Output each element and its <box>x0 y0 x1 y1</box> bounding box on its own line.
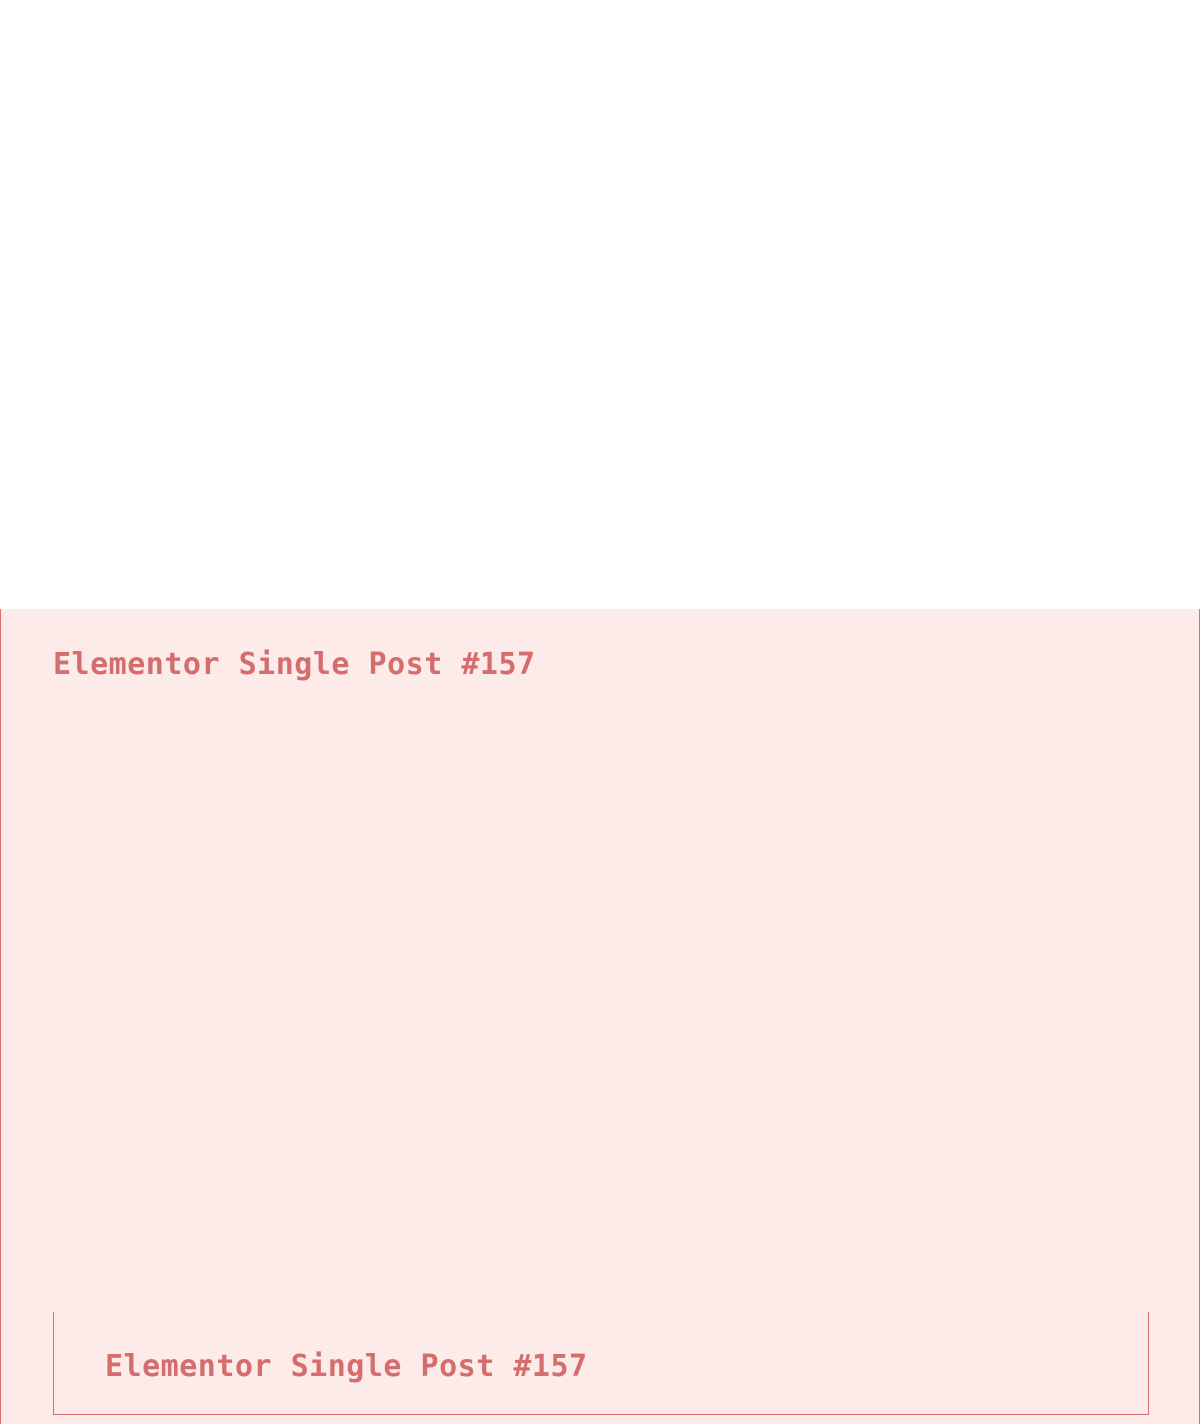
empty-header-area <box>0 0 1200 609</box>
elementor-template-placeholder: Elementor Single Post #157 Elementor Sin… <box>0 609 1200 1424</box>
nested-placeholder-title: Elementor Single Post #157 <box>105 1349 588 1384</box>
nested-template-placeholder: Elementor Single Post #157 <box>53 1312 1149 1415</box>
placeholder-title: Elementor Single Post #157 <box>53 647 536 682</box>
page: Elementor Single Post #157 Elementor Sin… <box>0 0 1200 1424</box>
